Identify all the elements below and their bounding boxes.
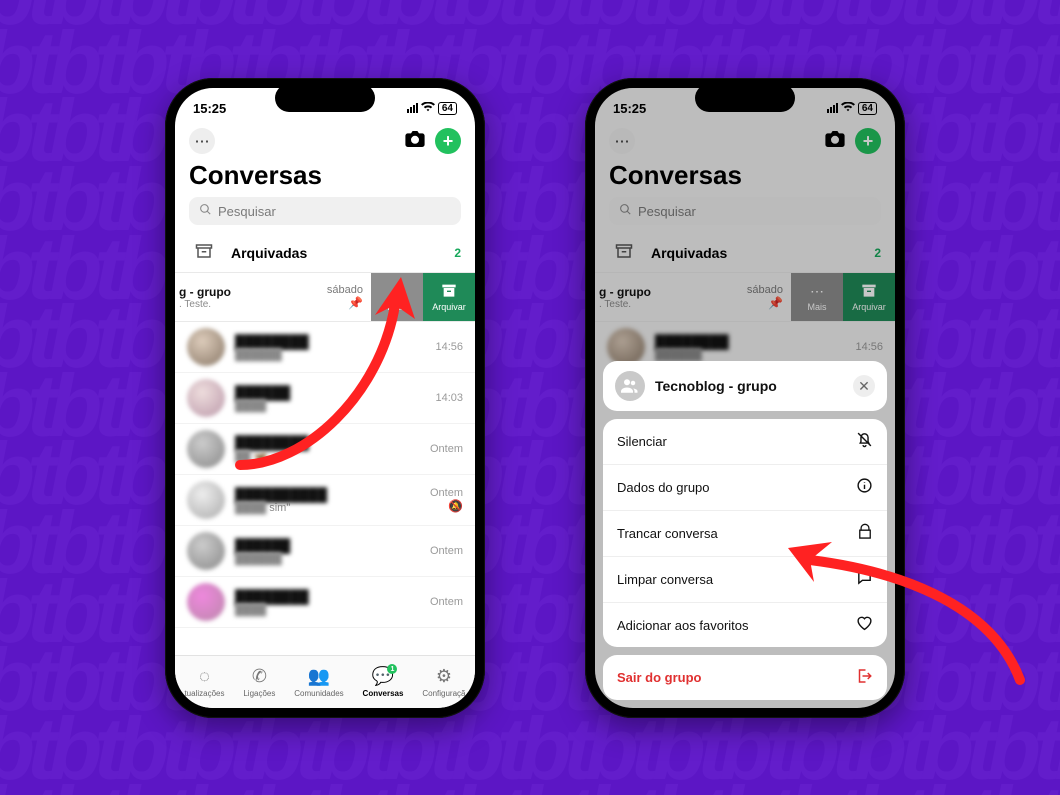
- avatar: [187, 379, 225, 417]
- sheet-item-group-data[interactable]: Dados do grupo: [603, 465, 887, 511]
- avatar: [187, 328, 225, 366]
- camera-button[interactable]: [405, 131, 425, 152]
- swipe-more-button[interactable]: ⋯ Mais: [371, 273, 423, 321]
- status-ring-icon: ◌: [199, 666, 210, 687]
- chat-snippet: . Teste.: [179, 299, 231, 310]
- archived-count: 2: [454, 246, 461, 260]
- tab-communities[interactable]: 👥 Comunidades: [294, 666, 343, 698]
- info-icon: [856, 477, 873, 498]
- avatar: [187, 532, 225, 570]
- chat-row[interactable]: ██████████ 14:03: [175, 373, 475, 424]
- sheet-item-mute[interactable]: Silenciar: [603, 419, 887, 465]
- chat-time: Ontem: [430, 545, 463, 557]
- heart-icon: [856, 615, 873, 635]
- chat-row[interactable]: ██████████ 🦋 Ontem: [175, 424, 475, 475]
- phone-mockup-2: 15:25 64 ⋯ + Conversas: [585, 78, 905, 718]
- swipe-archive-button[interactable]: Arquivar: [423, 273, 475, 321]
- battery-level: 64: [438, 102, 457, 115]
- chat-clear-icon: [856, 569, 873, 590]
- status-time: 15:25: [193, 101, 226, 116]
- chat-name: g - grupo: [179, 285, 231, 299]
- chat-row[interactable]: ████████████ Ontem: [175, 577, 475, 628]
- page-title: Conversas: [189, 160, 475, 191]
- sheet-item-leave-group[interactable]: Sair do grupo: [603, 655, 887, 700]
- pin-icon: 📌: [327, 296, 363, 310]
- avatar: [187, 430, 225, 468]
- phone-mockup-1: 15:25 64 ⋯ + Conversas: [165, 78, 485, 718]
- chat-row-swiped[interactable]: g - grupo . Teste. sábado 📌 ⋯ Mais: [175, 272, 475, 322]
- archive-icon: [195, 243, 213, 262]
- tab-settings[interactable]: ⚙ Configuraçã: [422, 666, 465, 698]
- group-avatar-icon: [615, 371, 645, 401]
- sheet-item-favorite[interactable]: Adicionar aos favoritos: [603, 603, 887, 647]
- tab-updates[interactable]: ◌ tualizações: [184, 666, 224, 698]
- sheet-item-clear[interactable]: Limpar conversa: [603, 557, 887, 603]
- avatar: [187, 583, 225, 621]
- tab-calls[interactable]: ✆ Ligações: [243, 666, 275, 698]
- chat-time: Ontem: [430, 443, 463, 455]
- close-button[interactable]: ✕: [853, 375, 875, 397]
- archive-icon: [441, 283, 457, 300]
- chat-time: 14:03: [435, 392, 463, 404]
- bell-off-icon: [856, 431, 873, 452]
- chat-time: 14:56: [435, 341, 463, 353]
- sheet-item-lock[interactable]: Trancar conversa: [603, 511, 887, 557]
- cellular-icon: [407, 103, 418, 113]
- chat-time: sábado: [327, 284, 363, 296]
- more-menu-button[interactable]: ⋯: [189, 128, 215, 154]
- tab-chats[interactable]: 💬 1 Conversas: [363, 666, 404, 698]
- search-placeholder: Pesquisar: [218, 204, 276, 219]
- wifi-icon: [421, 101, 435, 115]
- avatar: [187, 481, 225, 519]
- archived-row[interactable]: Arquivadas 2: [175, 233, 475, 272]
- search-input[interactable]: Pesquisar: [189, 197, 461, 225]
- chat-row[interactable]: ██████████████ 14:56: [175, 322, 475, 373]
- lock-icon: [857, 523, 873, 544]
- action-sheet: Tecnoblog - grupo ✕ Silenciar Dados do g…: [603, 361, 887, 700]
- gear-icon: ⚙: [436, 666, 452, 687]
- tabbar: ◌ tualizações ✆ Ligações 👥 Comunidades 💬…: [175, 655, 475, 708]
- new-chat-button[interactable]: +: [435, 128, 461, 154]
- sheet-title: Tecnoblog - grupo: [655, 378, 843, 394]
- search-icon: [199, 203, 212, 219]
- chat-row[interactable]: ██████████████ sim" Ontem 🔕: [175, 475, 475, 526]
- ellipsis-icon: ⋯: [390, 283, 404, 300]
- chat-row[interactable]: ████████████ Ontem: [175, 526, 475, 577]
- archived-label: Arquivadas: [231, 245, 307, 261]
- muted-icon: 🔕: [448, 499, 463, 513]
- close-icon: ✕: [858, 378, 870, 395]
- exit-icon: [855, 667, 873, 688]
- people-icon: 👥: [308, 666, 330, 687]
- unread-badge: 1: [387, 664, 397, 674]
- phone-icon: ✆: [252, 666, 267, 687]
- chat-time: Ontem: [430, 487, 463, 499]
- chat-time: Ontem: [430, 596, 463, 608]
